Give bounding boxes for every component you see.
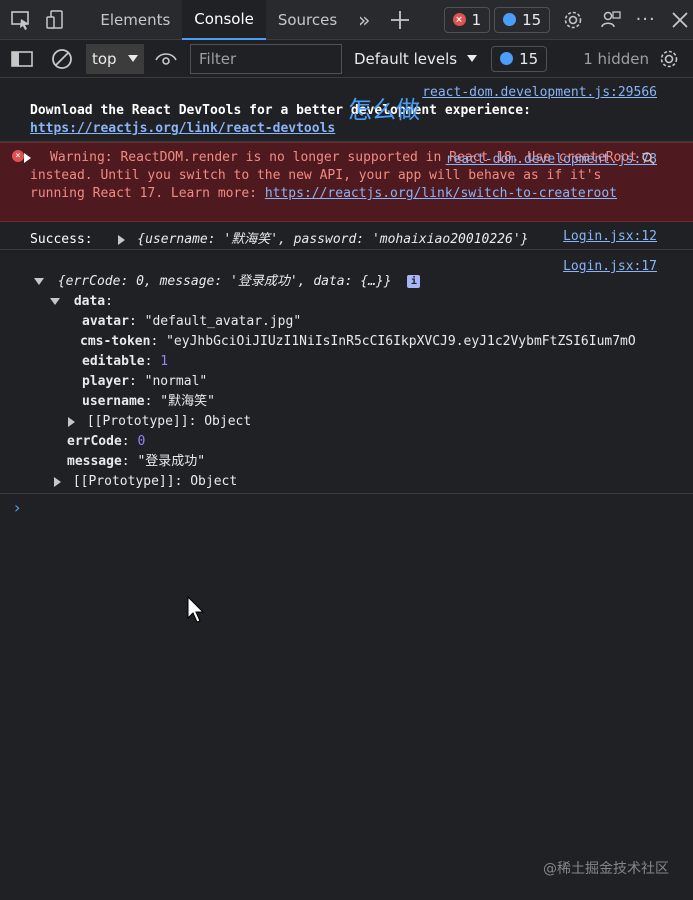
console-output: react-dom.development.js:29566 Download … [0,78,693,520]
console-message-info: react-dom.development.js:29566 Download … [0,78,693,142]
tree-row-data[interactable]: data: [0,292,657,312]
expand-triangle-icon[interactable] [24,152,31,163]
inspect-element-icon[interactable] [8,6,34,34]
more-options-ellipsis-icon[interactable]: ··· [633,6,659,34]
settings-gear-icon[interactable] [560,6,586,34]
info-icon: i [407,275,421,288]
issues-count-badge[interactable]: 15 [491,45,548,72]
object-summary: {errCode: 0, message: '登录成功', data: {…}} [57,274,392,289]
error-icon: × [452,13,466,26]
chevron-down-icon [467,55,478,62]
success-label: Success: [30,232,93,247]
filter-input[interactable] [190,43,342,74]
collapse-triangle-icon[interactable] [50,298,60,305]
message-icon [503,13,517,26]
mouse-cursor-icon [187,596,205,623]
tree-row-message: message: "登录成功" [67,454,206,469]
message-text: Download the React DevTools for a better… [30,103,531,118]
tab-console[interactable]: Console [182,0,266,40]
console-message-success: Success: {username: '默海笑', password: 'mo… [0,222,693,250]
tree-row-avatar: avatar: "default_avatar.jpg" [82,314,302,329]
context-label: top [92,49,117,68]
prop-key: avatar [82,314,129,329]
prop-key: username [82,394,145,409]
source-link[interactable]: Login.jsx:12 [563,229,657,244]
tree-row-editable: editable: 1 [82,354,169,369]
prop-value: "eyJhbGciOiJIUzI1NiIsInR5cCI6IkpXVCJ9.ey… [166,334,636,349]
tree-row-prototype[interactable]: [[Prototype]]: Object [0,472,657,492]
react-devtools-link[interactable]: https://reactjs.org/link/react-devtools [30,121,335,136]
more-tabs-chevron-icon[interactable]: » [351,6,377,34]
prop-key: player [82,374,129,389]
message-icon [500,52,514,65]
expand-triangle-icon[interactable] [68,416,75,427]
object-summary-row[interactable]: {errCode: 0, message: '登录成功', data: {…}}… [0,272,657,292]
prop-value: "normal" [144,374,208,389]
expand-triangle-icon[interactable] [118,234,126,245]
createroot-link[interactable]: https://reactjs.org/link/switch-to-creat… [265,186,617,201]
overlay-handwritten-text: 怎么做 [348,96,420,124]
close-icon[interactable] [667,6,693,34]
prop-key: errCode [67,434,122,449]
prop-key: editable [82,354,145,369]
prop-key: message [67,454,122,469]
log-levels-label: Default levels [354,49,458,68]
error-count: 1 [471,10,482,29]
sidebar-toggle-icon[interactable] [8,45,36,73]
log-levels-dropdown[interactable]: Default levels [354,49,478,68]
prop-value: 1 [160,354,169,369]
hidden-count: 1 hidden [583,49,649,68]
tree-row-player: player: "normal" [82,374,208,389]
tree-row-username: username: "默海笑" [82,394,215,409]
watermark: @稀土掘金技术社区 [543,861,669,877]
expand-triangle-icon[interactable] [54,476,61,487]
console-message-warning: × react-dom.development.js:78 Warning: R… [0,142,693,222]
prompt-chevron-icon: › [14,498,21,517]
add-tab-plus-icon[interactable] [387,6,413,34]
console-settings-gear-icon[interactable] [655,45,683,73]
prop-value: "默海笑" [160,394,215,409]
prop-value: "登录成功" [137,454,206,469]
error-count-badge[interactable]: × 1 [443,6,491,33]
prototype-label: [[Prototype]]: Object [72,474,238,489]
console-prompt[interactable]: › [0,494,693,520]
message-count-badge[interactable]: 15 [494,6,551,33]
tree-row-cms-token: cms-token: "eyJhbGciOiJIUzI1NiIsInR5cCI6… [80,334,636,349]
source-link[interactable]: Login.jsx:17 [563,257,657,277]
devtools-tabbar: Elements Console Sources » × 1 15 ··· [0,0,693,40]
tree-row-errcode: errCode: 0 [67,434,146,449]
console-toolbar: top Default levels 15 1 hidden [0,40,693,78]
success-object[interactable]: {username: '默海笑', password: 'mohaixiao20… [137,232,528,247]
collapse-triangle-icon[interactable] [34,278,44,285]
tree-row-prototype[interactable]: [[Prototype]]: Object [0,412,657,432]
tab-sources[interactable]: Sources [266,0,349,40]
prop-key: data [73,294,106,309]
chevron-down-icon [128,55,138,62]
prop-value: "default_avatar.jpg" [144,314,302,329]
clear-console-icon[interactable] [48,45,76,73]
feedback-people-icon[interactable] [598,6,624,34]
prop-key: cms-token [80,334,151,349]
issues-count: 15 [519,49,539,68]
context-selector[interactable]: top [86,43,144,74]
message-count: 15 [522,10,542,29]
error-icon: × [12,150,24,162]
live-expression-eye-icon[interactable] [152,45,180,73]
device-emulation-icon[interactable] [42,6,68,34]
source-link[interactable]: react-dom.development.js:29566 [422,85,657,100]
tab-elements[interactable]: Elements [88,0,182,40]
prop-value: 0 [137,434,146,449]
prototype-label: [[Prototype]]: Object [86,414,252,429]
console-message-object: Login.jsx:17 {errCode: 0, message: '登录成功… [0,250,693,494]
